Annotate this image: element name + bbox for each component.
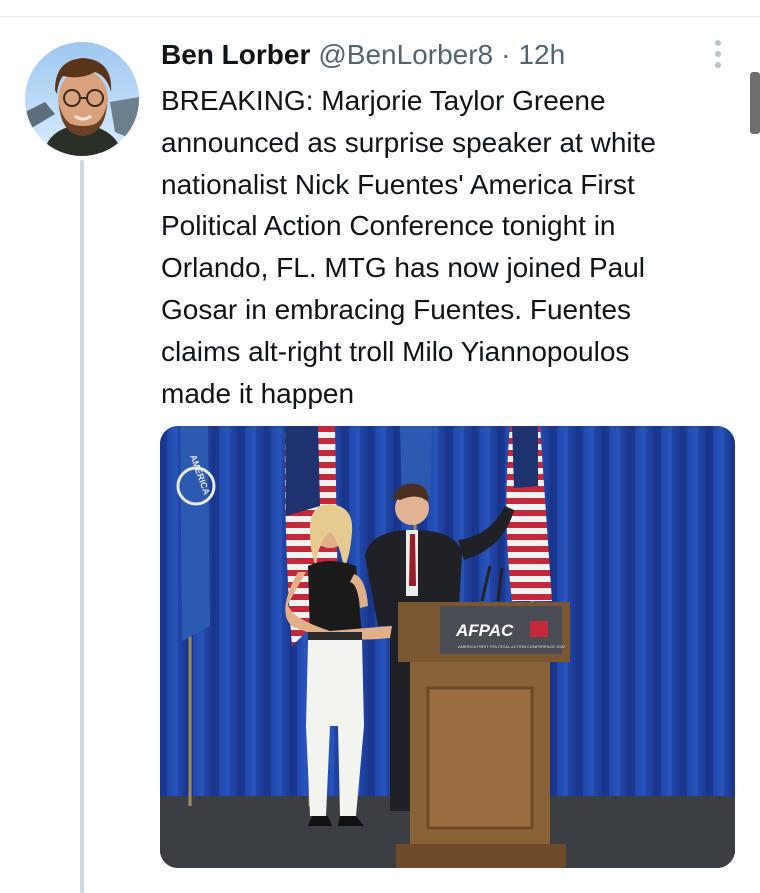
avatar[interactable]	[25, 42, 139, 156]
avatar-photo	[25, 42, 139, 156]
top-divider	[0, 16, 760, 17]
tweet-text: BREAKING: Marjorie Taylor Greene announc…	[161, 85, 656, 409]
separator-dot: ·	[501, 39, 511, 70]
tweet-media[interactable]: AFPAC AMERICA FIRST POLITICAL ACTION CON…	[160, 426, 735, 868]
thread-line	[80, 160, 84, 893]
podium-subtitle: AMERICA FIRST POLITICAL ACTION CONFERENC…	[458, 644, 566, 649]
more-icon-dot	[715, 51, 721, 57]
scrollbar-thumb[interactable]	[750, 72, 760, 134]
more-icon-dot	[715, 62, 721, 68]
podium-logo: AFPAC	[455, 621, 514, 640]
display-name[interactable]: Ben Lorber	[161, 39, 310, 71]
user-handle[interactable]: @BenLorber8	[318, 39, 493, 71]
tweet-header: Ben Lorber @BenLorber8 · 12h	[161, 38, 565, 72]
media-photo: AFPAC AMERICA FIRST POLITICAL ACTION CON…	[160, 426, 735, 868]
more-options-button[interactable]	[704, 38, 732, 70]
timestamp[interactable]: 12h	[518, 39, 565, 71]
more-icon	[715, 40, 721, 46]
